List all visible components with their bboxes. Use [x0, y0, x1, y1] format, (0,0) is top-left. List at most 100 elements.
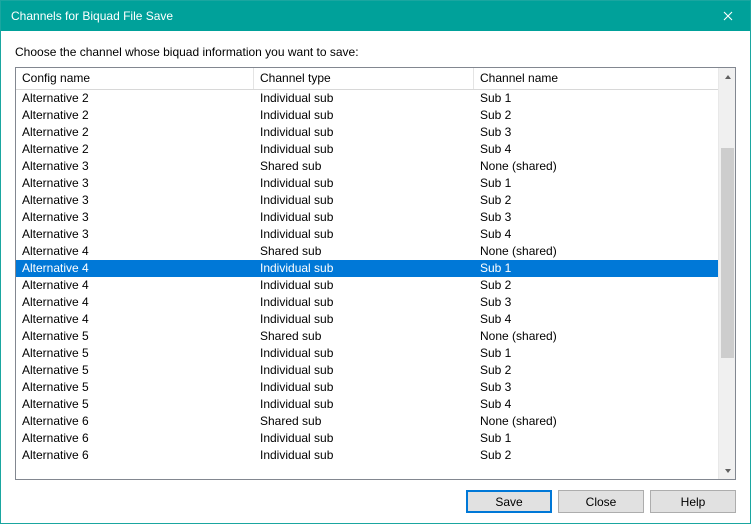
cell-name: Sub 1 [474, 175, 718, 192]
cell-config: Alternative 3 [16, 192, 254, 209]
cell-config: Alternative 3 [16, 209, 254, 226]
cell-name: Sub 2 [474, 107, 718, 124]
table-row[interactable]: Alternative 3Individual subSub 2 [16, 192, 718, 209]
cell-type: Individual sub [254, 192, 474, 209]
column-header-name[interactable]: Channel name [474, 68, 718, 89]
cell-type: Individual sub [254, 311, 474, 328]
cell-name: Sub 1 [474, 90, 718, 107]
cell-config: Alternative 3 [16, 226, 254, 243]
cell-type: Individual sub [254, 124, 474, 141]
cell-config: Alternative 4 [16, 277, 254, 294]
cell-config: Alternative 6 [16, 430, 254, 447]
table-row[interactable]: Alternative 3Individual subSub 3 [16, 209, 718, 226]
save-button[interactable]: Save [466, 490, 552, 513]
cell-config: Alternative 5 [16, 362, 254, 379]
cell-config: Alternative 4 [16, 311, 254, 328]
cell-type: Shared sub [254, 413, 474, 430]
cell-config: Alternative 6 [16, 413, 254, 430]
cell-type: Individual sub [254, 379, 474, 396]
button-row: Save Close Help [15, 490, 736, 513]
table-row[interactable]: Alternative 2Individual subSub 4 [16, 141, 718, 158]
cell-type: Shared sub [254, 158, 474, 175]
cell-config: Alternative 5 [16, 328, 254, 345]
cell-type: Individual sub [254, 345, 474, 362]
cell-name: Sub 4 [474, 396, 718, 413]
table-header: Config name Channel type Channel name [16, 68, 718, 90]
channel-table: Config name Channel type Channel name Al… [15, 67, 736, 480]
cell-name: None (shared) [474, 243, 718, 260]
table-row[interactable]: Alternative 6Shared subNone (shared) [16, 413, 718, 430]
table-row[interactable]: Alternative 5Individual subSub 1 [16, 345, 718, 362]
scroll-up-icon[interactable] [719, 68, 736, 85]
cell-name: None (shared) [474, 328, 718, 345]
cell-name: Sub 3 [474, 124, 718, 141]
cell-type: Individual sub [254, 141, 474, 158]
table-row[interactable]: Alternative 4Individual subSub 2 [16, 277, 718, 294]
instruction-text: Choose the channel whose biquad informat… [15, 45, 736, 59]
table-row[interactable]: Alternative 4Shared subNone (shared) [16, 243, 718, 260]
cell-name: Sub 3 [474, 294, 718, 311]
cell-type: Individual sub [254, 430, 474, 447]
cell-type: Individual sub [254, 209, 474, 226]
table-row[interactable]: Alternative 3Individual subSub 4 [16, 226, 718, 243]
cell-type: Individual sub [254, 277, 474, 294]
cell-name: Sub 3 [474, 379, 718, 396]
table-row[interactable]: Alternative 2Individual subSub 3 [16, 124, 718, 141]
cell-name: Sub 2 [474, 277, 718, 294]
column-header-config[interactable]: Config name [16, 68, 254, 89]
table-row[interactable]: Alternative 4Individual subSub 1 [16, 260, 718, 277]
cell-name: Sub 2 [474, 447, 718, 464]
table-scroll: Config name Channel type Channel name Al… [16, 68, 718, 479]
cell-name: Sub 2 [474, 192, 718, 209]
cell-config: Alternative 5 [16, 379, 254, 396]
table-row[interactable]: Alternative 5Individual subSub 2 [16, 362, 718, 379]
scroll-thumb[interactable] [721, 148, 734, 358]
cell-type: Individual sub [254, 294, 474, 311]
table-row[interactable]: Alternative 6Individual subSub 2 [16, 447, 718, 464]
table-row[interactable]: Alternative 4Individual subSub 3 [16, 294, 718, 311]
table-row[interactable]: Alternative 5Individual subSub 4 [16, 396, 718, 413]
vertical-scrollbar[interactable] [718, 68, 735, 479]
cell-config: Alternative 4 [16, 243, 254, 260]
table-row[interactable]: Alternative 5Shared subNone (shared) [16, 328, 718, 345]
cell-type: Individual sub [254, 107, 474, 124]
cell-name: None (shared) [474, 158, 718, 175]
cell-type: Individual sub [254, 447, 474, 464]
cell-config: Alternative 2 [16, 107, 254, 124]
help-button[interactable]: Help [650, 490, 736, 513]
table-row[interactable]: Alternative 5Individual subSub 3 [16, 379, 718, 396]
scroll-down-icon[interactable] [719, 462, 736, 479]
column-header-type[interactable]: Channel type [254, 68, 474, 89]
cell-config: Alternative 3 [16, 158, 254, 175]
cell-type: Individual sub [254, 175, 474, 192]
close-button[interactable]: Close [558, 490, 644, 513]
dialog-body: Choose the channel whose biquad informat… [1, 31, 750, 523]
table-row[interactable]: Alternative 2Individual subSub 1 [16, 90, 718, 107]
table-row[interactable]: Alternative 6Individual subSub 1 [16, 430, 718, 447]
cell-config: Alternative 5 [16, 345, 254, 362]
table-row[interactable]: Alternative 3Individual subSub 1 [16, 175, 718, 192]
cell-name: Sub 1 [474, 260, 718, 277]
cell-config: Alternative 2 [16, 90, 254, 107]
cell-type: Shared sub [254, 328, 474, 345]
cell-type: Individual sub [254, 226, 474, 243]
titlebar: Channels for Biquad File Save [1, 1, 750, 31]
cell-name: Sub 1 [474, 430, 718, 447]
table-rows: Alternative 2Individual subSub 1Alternat… [16, 90, 718, 464]
cell-config: Alternative 2 [16, 124, 254, 141]
table-row[interactable]: Alternative 3Shared subNone (shared) [16, 158, 718, 175]
cell-config: Alternative 2 [16, 141, 254, 158]
table-row[interactable]: Alternative 4Individual subSub 4 [16, 311, 718, 328]
cell-type: Individual sub [254, 396, 474, 413]
cell-config: Alternative 3 [16, 175, 254, 192]
window-title: Channels for Biquad File Save [11, 9, 705, 23]
cell-type: Shared sub [254, 243, 474, 260]
cell-config: Alternative 4 [16, 260, 254, 277]
table-row[interactable]: Alternative 2Individual subSub 2 [16, 107, 718, 124]
cell-config: Alternative 6 [16, 447, 254, 464]
close-icon[interactable] [705, 1, 750, 31]
cell-type: Individual sub [254, 260, 474, 277]
cell-name: Sub 4 [474, 141, 718, 158]
cell-name: Sub 1 [474, 345, 718, 362]
cell-config: Alternative 5 [16, 396, 254, 413]
